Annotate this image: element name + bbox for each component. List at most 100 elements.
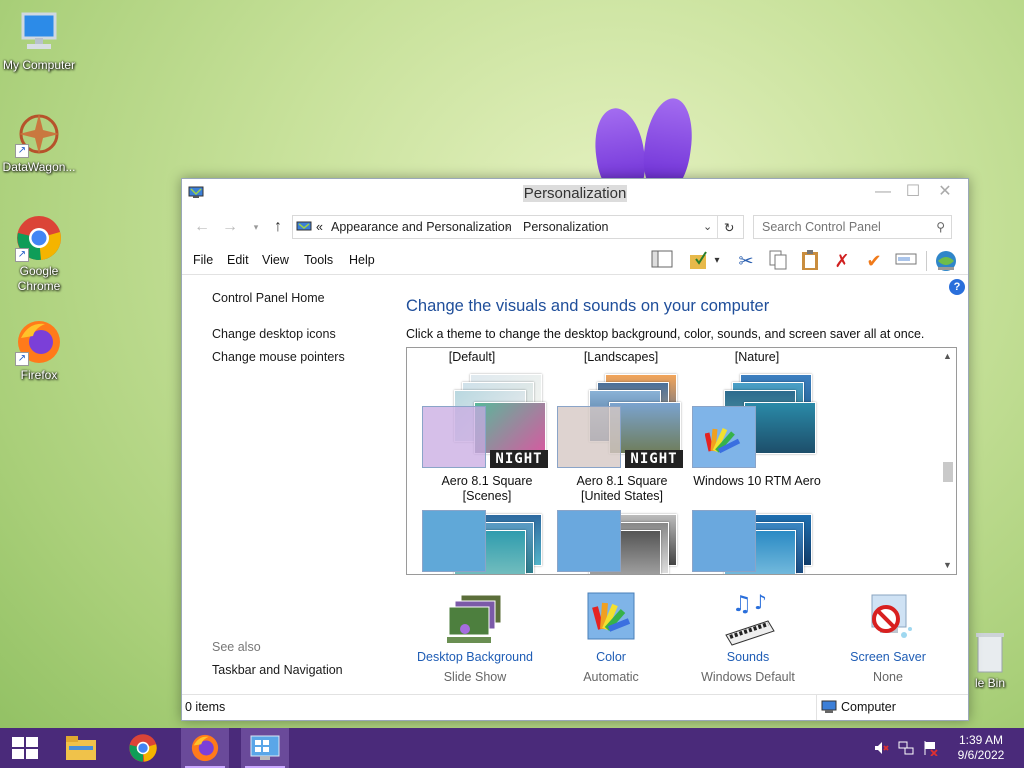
link-change-mouse-pointers[interactable]: Change mouse pointers [212,350,345,364]
sounds-label[interactable]: Sounds [680,650,816,664]
desktop-icon-google-chrome[interactable]: ↗ Google Chrome [0,214,78,294]
link-control-panel-home[interactable]: Control Panel Home [212,291,325,305]
night-badge: NIGHT [625,450,683,468]
status-location: Computer [816,695,968,720]
paste-icon[interactable] [798,249,822,273]
search-input[interactable] [762,217,932,237]
title-bar[interactable]: Personalization — ☐ ✕ [182,179,968,207]
desktop-icon-recycle-bin[interactable]: le Bin [960,630,1024,691]
start-button[interactable] [0,728,48,768]
firefox-icon: ↗ [15,318,63,366]
taskbar-firefox[interactable] [181,728,229,768]
breadcrumb-personalization[interactable]: Personalization [523,220,608,234]
back-button[interactable]: ← [192,217,212,237]
minimize-button[interactable]: — [868,181,898,203]
desktop-icon-firefox[interactable]: ↗ Firefox [0,318,78,383]
rename-icon[interactable] [894,249,918,273]
chrome-icon [129,734,157,762]
checkmark-icon[interactable]: ✔ [862,249,886,273]
taskbar-file-explorer[interactable] [57,728,105,768]
datawagon-icon: ↗ [15,110,63,158]
screen-saver-label[interactable]: Screen Saver [820,650,956,664]
menu-tools[interactable]: Tools [304,253,333,267]
action-center-flag-icon[interactable] [922,740,938,757]
desktop-icon-label: Google Chrome [17,264,61,293]
link-change-desktop-icons[interactable]: Change desktop icons [212,327,336,341]
firefox-icon [191,734,219,762]
desktop-icon-label: le Bin [975,676,1006,690]
menu-edit[interactable]: Edit [227,253,249,267]
scrollbar-thumb[interactable] [943,462,953,482]
copy-icon[interactable] [766,249,790,273]
layout-pane-icon[interactable] [650,249,674,273]
search-icon[interactable]: ⚲ [936,220,945,234]
taskbar-clock[interactable]: 1:39 AM 9/6/2022 [946,733,1016,763]
breadcrumb-separator-icon[interactable]: › [506,222,509,233]
cut-icon[interactable]: ✂ [734,249,758,273]
chrome-icon: ↗ [15,214,63,262]
theme-group-label-nature: [Nature] [734,350,780,364]
sounds-setting[interactable]: ♫ ♪ Sounds Windows Default [680,590,816,684]
color-swatch [422,406,486,468]
address-dropdown-chevron-icon[interactable]: ⌄ [703,220,712,233]
menu-file[interactable]: File [193,253,213,267]
theme-list-scrollbar[interactable]: ▲ ▼ [939,348,956,574]
desktop-icon-label: DataWagon... [2,160,76,174]
taskbar-control-panel[interactable] [241,728,289,768]
menu-view[interactable]: View [262,253,289,267]
search-box[interactable]: ⚲ [753,215,952,239]
taskbar-chrome[interactable] [120,728,168,768]
scroll-up-arrow-icon[interactable]: ▲ [939,348,956,365]
page-heading: Change the visuals and sounds on your co… [406,297,770,315]
properties-dropdown-chevron-icon[interactable]: ▾ [710,249,724,273]
sounds-icon: ♫ ♪ [718,590,778,647]
theme-aero-square-united-states[interactable]: NIGHT Aero 8.1 Square [United States] [557,368,697,503]
color-label[interactable]: Color [543,650,679,664]
delete-icon[interactable]: ✗ [830,249,854,273]
theme-preview: NIGHT [422,368,552,468]
help-icon[interactable]: ? [949,279,965,295]
theme-list[interactable]: [Default] [Landscapes] [Nature] NIGHT Ae… [406,347,957,575]
desktop-icon-datawagon[interactable]: ↗ DataWagon... [0,110,78,175]
recent-locations-chevron-icon[interactable]: ▾ [246,217,266,237]
personalization-window[interactable]: Personalization — ☐ ✕ ← → ▾ ↑ « Appearan… [181,178,969,721]
network-icon[interactable] [898,740,914,756]
svg-text:♪: ♪ [754,591,767,614]
network-globe-icon[interactable] [934,249,958,273]
theme-row-2-item-2[interactable] [557,510,697,574]
desktop-icon-label: Firefox [20,368,58,382]
menu-help[interactable]: Help [349,253,375,267]
color-swatch [692,406,756,468]
shortcut-arrow-icon: ↗ [15,352,29,366]
color-setting[interactable]: Color Automatic [543,591,679,684]
theme-name: Aero 8.1 Square [United States] [576,474,668,503]
theme-row-2-item-1[interactable] [422,510,562,574]
breadcrumb-appearance-and-personalization[interactable]: Appearance and Personalization [331,220,512,234]
link-taskbar-and-navigation[interactable]: Taskbar and Navigation [212,663,343,677]
theme-windows-10-rtm-aero[interactable]: Windows 10 RTM Aero [692,368,832,488]
properties-folder-icon[interactable] [687,249,711,273]
desktop-background-setting[interactable]: Desktop Background Slide Show [407,591,543,684]
breadcrumb-overflow[interactable]: « [316,220,323,234]
status-location-label: Computer [841,700,896,714]
forward-button[interactable]: → [220,217,240,237]
address-bar[interactable]: « Appearance and Personalization › Perso… [292,215,744,239]
close-button[interactable]: ✕ [930,181,960,203]
desktop-icon-my-computer[interactable]: My Computer [0,8,78,73]
address-row: ← → ▾ ↑ « Appearance and Personalization… [182,213,968,241]
theme-aero-square-scenes[interactable]: NIGHT Aero 8.1 Square [Scenes] [422,368,562,503]
desktop-background-label[interactable]: Desktop Background [407,650,543,664]
clock-date: 9/6/2022 [957,748,1005,762]
maximize-button[interactable]: ☐ [898,181,928,203]
taskbar: 1:39 AM 9/6/2022 [0,728,1024,768]
scroll-down-arrow-icon[interactable]: ▼ [939,557,956,574]
up-button[interactable]: ↑ [268,217,288,237]
computer-icon [821,700,837,713]
theme-row-2-item-3[interactable] [692,510,832,574]
refresh-icon[interactable]: ↻ [724,220,734,235]
theme-group-label-default: [Default] [448,350,496,364]
control-panel-icon [250,735,280,760]
color-fan-icon [704,425,741,455]
screen-saver-setting[interactable]: Screen Saver None [820,591,956,684]
volume-muted-icon[interactable] [873,740,889,756]
